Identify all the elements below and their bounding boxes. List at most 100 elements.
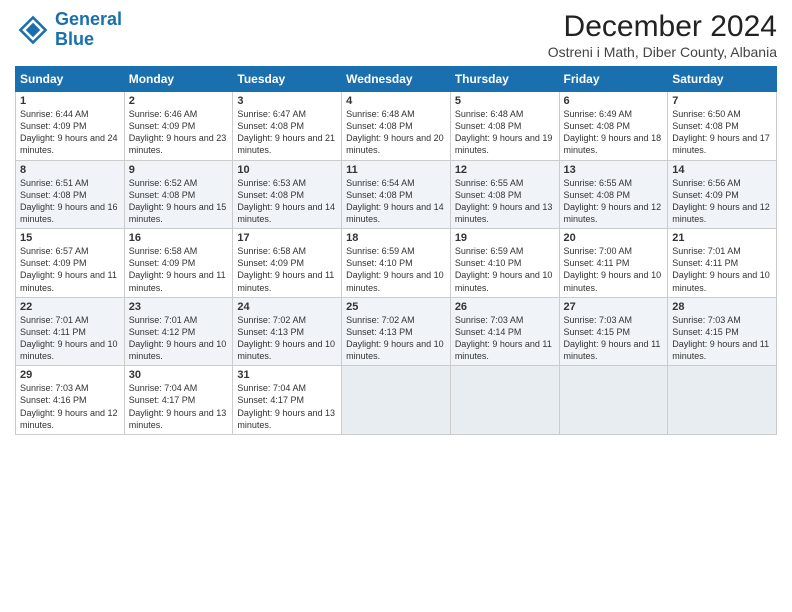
col-tuesday: Tuesday	[233, 67, 342, 92]
cell-info: Sunrise: 7:03 AMSunset: 4:16 PMDaylight:…	[20, 383, 118, 429]
logo: General Blue	[15, 10, 122, 50]
table-row: 27Sunrise: 7:03 AMSunset: 4:15 PMDayligh…	[559, 297, 668, 366]
cell-info: Sunrise: 6:58 AMSunset: 4:09 PMDaylight:…	[237, 246, 334, 292]
table-row: 8Sunrise: 6:51 AMSunset: 4:08 PMDaylight…	[16, 160, 125, 229]
table-row: 16Sunrise: 6:58 AMSunset: 4:09 PMDayligh…	[124, 229, 233, 298]
col-thursday: Thursday	[450, 67, 559, 92]
day-number: 5	[455, 95, 555, 107]
table-row: 21 Sunrise: 7:01 AMSunset: 4:11 PMDayligh…	[668, 229, 777, 298]
calendar-week-row: 15 Sunrise: 6:57 AMSunset: 4:09 PMDayligh…	[16, 229, 777, 298]
cell-info: Sunrise: 7:03 AMSunset: 4:14 PMDaylight:…	[455, 315, 552, 361]
calendar-header-row: Sunday Monday Tuesday Wednesday Thursday…	[16, 67, 777, 92]
cell-info: Sunrise: 6:55 AMSunset: 4:08 PMDaylight:…	[455, 178, 553, 224]
calendar-week-row: 1 Sunrise: 6:44 AMSunset: 4:09 PMDaylight…	[16, 92, 777, 161]
cell-info: Sunrise: 6:44 AMSunset: 4:09 PMDaylight:…	[20, 109, 118, 155]
day-number: 15	[20, 232, 120, 244]
cell-info: Sunrise: 7:01 AMSunset: 4:11 PMDaylight:…	[672, 246, 770, 292]
day-number: 29	[20, 369, 120, 381]
calendar-week-row: 22 Sunrise: 7:01 AMSunset: 4:11 PMDayligh…	[16, 297, 777, 366]
table-row	[450, 366, 559, 435]
cell-info: Sunrise: 6:55 AMSunset: 4:08 PMDaylight:…	[564, 178, 662, 224]
cell-info: Sunrise: 7:01 AMSunset: 4:11 PMDaylight:…	[20, 315, 118, 361]
table-row	[559, 366, 668, 435]
table-row: 1 Sunrise: 6:44 AMSunset: 4:09 PMDaylight…	[16, 92, 125, 161]
table-row: 11Sunrise: 6:54 AMSunset: 4:08 PMDayligh…	[342, 160, 451, 229]
col-monday: Monday	[124, 67, 233, 92]
cell-info: Sunrise: 6:57 AMSunset: 4:09 PMDaylight:…	[20, 246, 117, 292]
cell-info: Sunrise: 6:59 AMSunset: 4:10 PMDaylight:…	[455, 246, 553, 292]
day-number: 24	[237, 301, 337, 313]
table-row: 19Sunrise: 6:59 AMSunset: 4:10 PMDayligh…	[450, 229, 559, 298]
day-number: 4	[346, 95, 446, 107]
calendar-table: Sunday Monday Tuesday Wednesday Thursday…	[15, 66, 777, 435]
day-number: 8	[20, 164, 120, 176]
cell-info: Sunrise: 7:00 AMSunset: 4:11 PMDaylight:…	[564, 246, 662, 292]
cell-info: Sunrise: 6:50 AMSunset: 4:08 PMDaylight:…	[672, 109, 770, 155]
table-row: 6Sunrise: 6:49 AMSunset: 4:08 PMDaylight…	[559, 92, 668, 161]
cell-info: Sunrise: 6:58 AMSunset: 4:09 PMDaylight:…	[129, 246, 226, 292]
table-row: 31 Sunrise: 7:04 AMSunset: 4:17 PMDayligh…	[233, 366, 342, 435]
day-number: 31	[237, 369, 337, 381]
table-row: 12 Sunrise: 6:55 AMSunset: 4:08 PMDayligh…	[450, 160, 559, 229]
col-saturday: Saturday	[668, 67, 777, 92]
table-row	[668, 366, 777, 435]
table-row: 3 Sunrise: 6:47 AMSunset: 4:08 PMDaylight…	[233, 92, 342, 161]
day-number: 26	[455, 301, 555, 313]
table-row: 25 Sunrise: 7:02 AMSunset: 4:13 PMDayligh…	[342, 297, 451, 366]
table-row: 23 Sunrise: 7:01 AMSunset: 4:12 PMDayligh…	[124, 297, 233, 366]
page-subtitle: Ostreni i Math, Diber County, Albania	[548, 44, 777, 60]
day-number: 22	[20, 301, 120, 313]
cell-info: Sunrise: 7:01 AMSunset: 4:12 PMDaylight:…	[129, 315, 227, 361]
header: General Blue December 2024 Ostreni i Mat…	[15, 10, 777, 60]
table-row: 22 Sunrise: 7:01 AMSunset: 4:11 PMDayligh…	[16, 297, 125, 366]
table-row: 14Sunrise: 6:56 AMSunset: 4:09 PMDayligh…	[668, 160, 777, 229]
day-number: 17	[237, 232, 337, 244]
table-row: 24 Sunrise: 7:02 AMSunset: 4:13 PMDayligh…	[233, 297, 342, 366]
cell-info: Sunrise: 7:03 AMSunset: 4:15 PMDaylight:…	[672, 315, 769, 361]
cell-info: Sunrise: 6:54 AMSunset: 4:08 PMDaylight:…	[346, 178, 444, 224]
table-row: 9 Sunrise: 6:52 AMSunset: 4:08 PMDaylight…	[124, 160, 233, 229]
col-friday: Friday	[559, 67, 668, 92]
day-number: 1	[20, 95, 120, 107]
page: General Blue December 2024 Ostreni i Mat…	[0, 0, 792, 612]
cell-info: Sunrise: 6:47 AMSunset: 4:08 PMDaylight:…	[237, 109, 335, 155]
day-number: 9	[129, 164, 229, 176]
col-wednesday: Wednesday	[342, 67, 451, 92]
day-number: 18	[346, 232, 446, 244]
day-number: 14	[672, 164, 772, 176]
cell-info: Sunrise: 6:52 AMSunset: 4:08 PMDaylight:…	[129, 178, 227, 224]
day-number: 12	[455, 164, 555, 176]
day-number: 25	[346, 301, 446, 313]
day-number: 30	[129, 369, 229, 381]
day-number: 10	[237, 164, 337, 176]
table-row: 5 Sunrise: 6:48 AMSunset: 4:08 PMDaylight…	[450, 92, 559, 161]
table-row: 26 Sunrise: 7:03 AMSunset: 4:14 PMDayligh…	[450, 297, 559, 366]
day-number: 13	[564, 164, 664, 176]
table-row: 17 Sunrise: 6:58 AMSunset: 4:09 PMDayligh…	[233, 229, 342, 298]
table-row: 30Sunrise: 7:04 AMSunset: 4:17 PMDayligh…	[124, 366, 233, 435]
cell-info: Sunrise: 6:53 AMSunset: 4:08 PMDaylight:…	[237, 178, 335, 224]
day-number: 23	[129, 301, 229, 313]
day-number: 20	[564, 232, 664, 244]
cell-info: Sunrise: 7:04 AMSunset: 4:17 PMDaylight:…	[237, 383, 335, 429]
table-row: 2 Sunrise: 6:46 AMSunset: 4:09 PMDaylight…	[124, 92, 233, 161]
logo-text: General Blue	[55, 10, 122, 50]
cell-info: Sunrise: 7:02 AMSunset: 4:13 PMDaylight:…	[346, 315, 444, 361]
cell-info: Sunrise: 7:03 AMSunset: 4:15 PMDaylight:…	[564, 315, 661, 361]
page-title: December 2024	[548, 10, 777, 44]
calendar-week-row: 29 Sunrise: 7:03 AMSunset: 4:16 PMDayligh…	[16, 366, 777, 435]
table-row: 4Sunrise: 6:48 AMSunset: 4:08 PMDaylight…	[342, 92, 451, 161]
cell-info: Sunrise: 7:02 AMSunset: 4:13 PMDaylight:…	[237, 315, 335, 361]
cell-info: Sunrise: 6:46 AMSunset: 4:09 PMDaylight:…	[129, 109, 227, 155]
day-number: 3	[237, 95, 337, 107]
day-number: 28	[672, 301, 772, 313]
day-number: 7	[672, 95, 772, 107]
cell-info: Sunrise: 6:48 AMSunset: 4:08 PMDaylight:…	[455, 109, 553, 155]
col-sunday: Sunday	[16, 67, 125, 92]
logo-line2: Blue	[55, 29, 94, 49]
table-row: 28 Sunrise: 7:03 AMSunset: 4:15 PMDayligh…	[668, 297, 777, 366]
day-number: 2	[129, 95, 229, 107]
day-number: 21	[672, 232, 772, 244]
calendar-week-row: 8Sunrise: 6:51 AMSunset: 4:08 PMDaylight…	[16, 160, 777, 229]
table-row: 18Sunrise: 6:59 AMSunset: 4:10 PMDayligh…	[342, 229, 451, 298]
